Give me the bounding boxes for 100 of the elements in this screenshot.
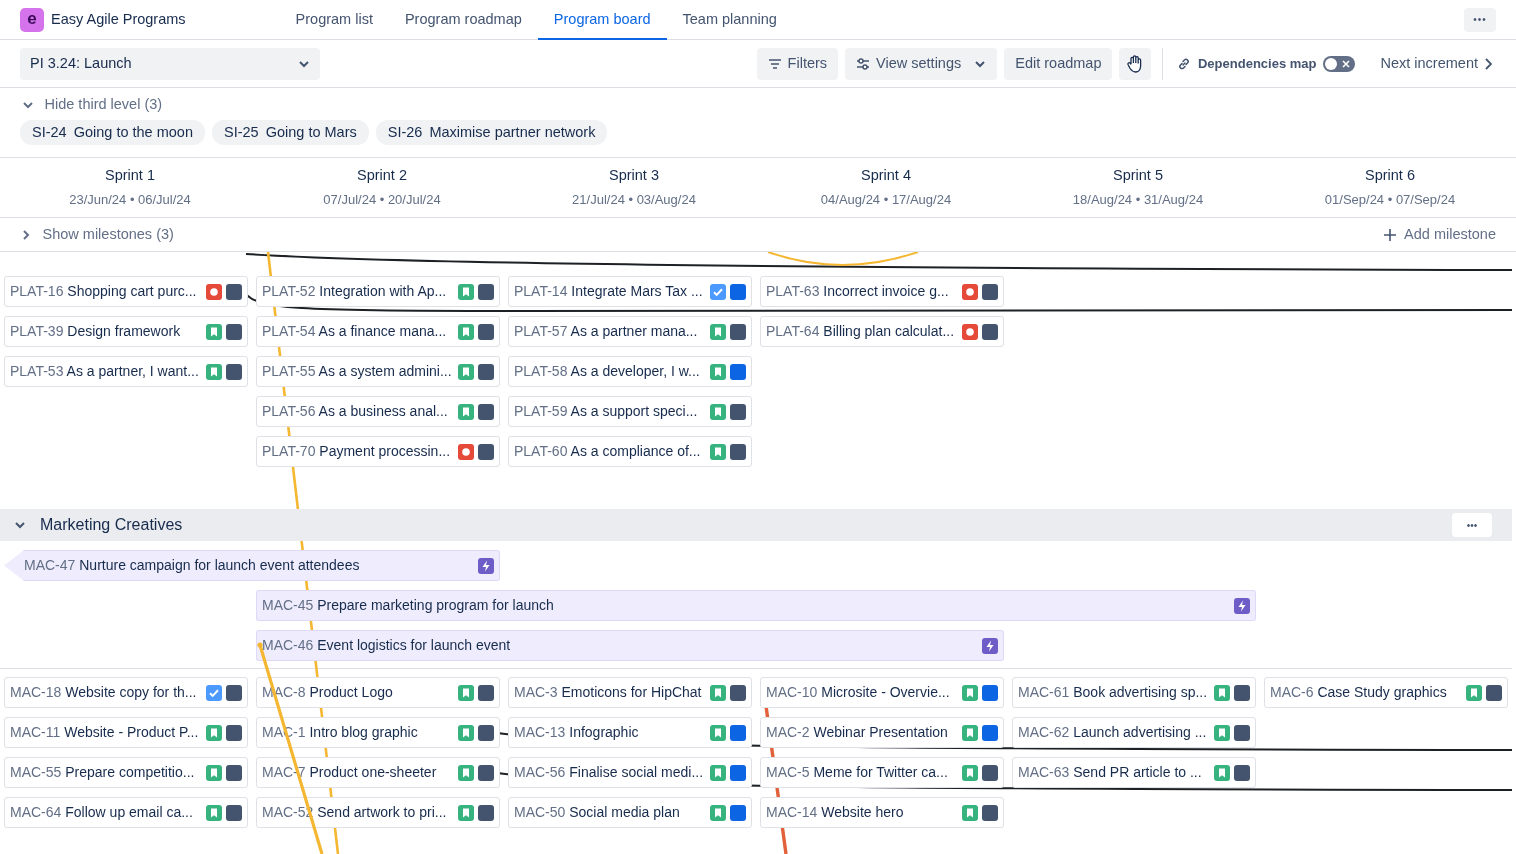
bookmark-icon	[962, 684, 978, 701]
plus-icon	[1383, 227, 1398, 242]
feature-label[interactable]: MAC-46 Event logistics for launch event	[256, 630, 1004, 661]
issue-card[interactable]: PLAT-55 As a system admini...	[256, 356, 500, 387]
bookmark-icon	[710, 443, 726, 460]
bookmark-icon	[710, 724, 726, 741]
view-settings-button[interactable]: View settings	[845, 47, 998, 80]
bookmark-icon	[458, 764, 474, 781]
issue-card[interactable]: PLAT-39 Design framework	[4, 316, 248, 347]
issue-card[interactable]: MAC-13 Infographic	[508, 717, 752, 748]
issue-card[interactable]: MAC-11 Website - Product P...	[4, 717, 248, 748]
issue-card[interactable]: MAC-56 Finalise social medi...	[508, 757, 752, 788]
issue-card[interactable]: MAC-63 Send PR article to ...	[1012, 757, 1256, 788]
add-milestone-button[interactable]: Add milestone	[1383, 223, 1496, 246]
issue-card[interactable]: MAC-50 Social media plan	[508, 797, 752, 828]
bookmark-icon	[710, 684, 726, 701]
toggle-knob-icon	[1325, 57, 1338, 70]
bookmark-icon	[1214, 724, 1230, 741]
bookmark-icon	[458, 323, 474, 340]
nav-tab[interactable]: Program roadmap	[388, 0, 538, 40]
issue-card[interactable]: MAC-5 Meme for Twitter ca...	[760, 757, 1004, 788]
issue-card[interactable]: PLAT-70 Payment processin...	[256, 436, 500, 467]
issue-card[interactable]: PLAT-53 As a partner, I want...	[4, 356, 248, 387]
team-toggle[interactable]: Marketing Creatives	[14, 513, 183, 537]
issue-card[interactable]: MAC-55 Prepare competitio...	[4, 757, 248, 788]
issue-card[interactable]: PLAT-63 Incorrect invoice g...	[760, 276, 1004, 307]
issue-card[interactable]: PLAT-57 As a partner mana...	[508, 316, 752, 347]
bookmark-icon	[458, 363, 474, 380]
bookmark-icon	[458, 804, 474, 821]
bug-icon	[962, 283, 978, 300]
hand-button[interactable]	[1119, 47, 1152, 80]
sprint-name: Sprint 3	[608, 166, 660, 185]
issue-card[interactable]: MAC-10 Microsite - Overvie...	[760, 677, 1004, 708]
bookmark-icon	[458, 724, 474, 741]
feature-label[interactable]: MAC-45 Prepare marketing program for launch	[256, 590, 1256, 621]
chevron-right-icon	[1484, 57, 1492, 70]
issue-card[interactable]: MAC-62 Launch advertising ...	[1012, 717, 1256, 748]
sprint-name: Sprint 2	[356, 166, 408, 185]
filters-button[interactable]: Filters	[756, 47, 839, 80]
issue-card[interactable]: PLAT-16 Shopping cart purc...	[4, 276, 248, 307]
issue-card[interactable]: PLAT-64 Billing plan calculat...	[760, 316, 1004, 347]
issue-card[interactable]: PLAT-58 As a developer, I w...	[508, 356, 752, 387]
sprint-dates: 18/Aug/24 • 31/Aug/24	[1071, 191, 1205, 210]
cross-icon	[1342, 59, 1351, 68]
bookmark-icon	[206, 323, 222, 340]
initiative-chip[interactable]: SI-24 Going to the moon	[20, 119, 205, 146]
initiative-chip[interactable]: SI-25 Going to Mars	[212, 119, 369, 146]
feature-label[interactable]: MAC-47 Nurture campaign for launch event attendees	[4, 550, 500, 581]
nav-tab[interactable]: Team planning	[666, 0, 793, 40]
bookmark-icon	[710, 403, 726, 420]
issue-card[interactable]: MAC-14 Website hero	[760, 797, 1004, 828]
bookmark-icon	[962, 724, 978, 741]
issue-card[interactable]: MAC-2 Webinar Presentation	[760, 717, 1004, 748]
issue-card[interactable]: PLAT-54 As a finance mana...	[256, 316, 500, 347]
sprint-name: Sprint 5	[1112, 166, 1164, 185]
bookmark-icon	[710, 804, 726, 821]
chevron-down-icon	[14, 519, 26, 531]
more-button[interactable]: •••	[1464, 7, 1496, 32]
bookmark-icon	[458, 684, 474, 701]
sprint-dates: 07/Jul/24 • 20/Jul/24	[322, 191, 442, 210]
chevron-down-icon	[22, 99, 34, 111]
sprint-name: Sprint 4	[860, 166, 912, 185]
bookmark-icon	[1466, 684, 1482, 701]
checkbox-icon	[206, 684, 222, 701]
nav-tab[interactable]: Program list	[279, 0, 389, 40]
nav-tab[interactable]: Program board	[537, 0, 667, 40]
checkbox-icon	[710, 283, 726, 300]
bookmark-icon	[206, 363, 222, 380]
issue-card[interactable]: MAC-3 Emoticons for HipChat	[508, 677, 752, 708]
bookmark-icon	[458, 403, 474, 420]
issue-card[interactable]: PLAT-52 Integration with Ap...	[256, 276, 500, 307]
third-level-toggle[interactable]: Hide third level (3)	[22, 94, 163, 116]
issue-card[interactable]: PLAT-60 As a compliance of...	[508, 436, 752, 467]
bookmark-icon	[1214, 764, 1230, 781]
bookmark-icon	[710, 323, 726, 340]
issue-card[interactable]: PLAT-56 As a business anal...	[256, 396, 500, 427]
initiative-chip[interactable]: SI-26 Maximise partner network	[375, 119, 608, 146]
sprint-name: Sprint 6	[1364, 166, 1416, 185]
chevron-right-icon	[20, 228, 32, 241]
dependencies-label: Dependencies map	[1198, 54, 1317, 73]
issue-card[interactable]: PLAT-14 Integrate Mars Tax ...	[508, 276, 752, 307]
app-name: Easy Agile Programs	[51, 9, 186, 29]
issue-card[interactable]: MAC-61 Book advertising sp...	[1012, 677, 1256, 708]
dependencies-toggle[interactable]	[1323, 55, 1356, 72]
bookmark-icon	[710, 764, 726, 781]
issue-card[interactable]: PLAT-59 As a support speci...	[508, 396, 752, 427]
bookmark-icon	[206, 764, 222, 781]
milestones-toggle[interactable]: Show milestones (3)	[20, 223, 174, 246]
edit-roadmap-button[interactable]: Edit roadmap	[1004, 47, 1113, 80]
bookmark-icon	[710, 363, 726, 380]
issue-card[interactable]: MAC-18 Website copy for th...	[4, 677, 248, 708]
sprint-dates: 23/Jun/24 • 06/Jul/24	[68, 191, 192, 210]
next-increment-button[interactable]: Next increment	[1376, 47, 1496, 80]
team-menu-button[interactable]: •••	[1452, 513, 1492, 537]
bug-icon	[962, 323, 978, 340]
sliders-icon	[856, 56, 871, 71]
increment-select[interactable]: PI 3.24: Launch	[20, 47, 320, 80]
bug-icon	[458, 443, 474, 460]
issue-card[interactable]: MAC-64 Follow up email ca...	[4, 797, 248, 828]
issue-card[interactable]: MAC-6 Case Study graphics	[1264, 677, 1508, 708]
